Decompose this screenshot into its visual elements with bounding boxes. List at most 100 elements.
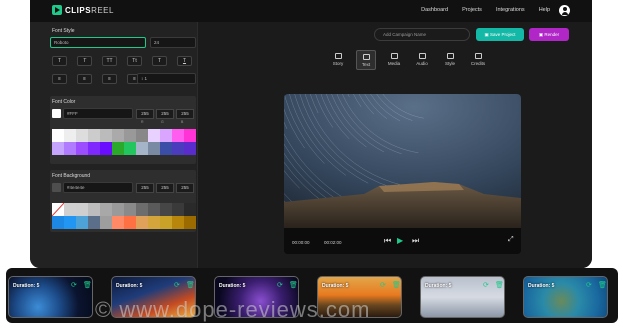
user-avatar-icon[interactable] [559, 5, 570, 16]
color-swatch[interactable] [88, 129, 100, 142]
trash-icon[interactable]: 🗑 [83, 281, 92, 289]
skip-back-icon[interactable]: ⏮ [384, 236, 391, 246]
font-background-g-input[interactable]: 255 [156, 183, 174, 193]
nav-integrations[interactable]: Integrations [496, 7, 525, 13]
trash-icon[interactable]: 🗑 [392, 281, 401, 289]
color-swatch[interactable] [136, 129, 148, 142]
color-swatch[interactable] [64, 142, 76, 155]
font-size-select[interactable]: 24 [150, 37, 196, 48]
color-swatch[interactable] [172, 216, 184, 229]
color-swatch[interactable] [148, 203, 160, 216]
skip-forward-icon[interactable]: ⏭ [412, 236, 419, 246]
save-project-button[interactable]: ▣ Save Project [476, 28, 524, 41]
color-swatch[interactable] [88, 203, 100, 216]
color-swatch[interactable] [88, 142, 100, 155]
tab-style[interactable]: Style [440, 50, 460, 70]
tab-media[interactable]: Media [384, 50, 404, 70]
text-style-button-5[interactable]: T [152, 56, 167, 66]
refresh-icon[interactable]: ⟳ [277, 281, 283, 289]
text-style-button-2[interactable]: T [77, 56, 92, 66]
render-button[interactable]: ▣ Render [529, 28, 569, 41]
font-background-b-input[interactable]: 255 [176, 183, 194, 193]
color-swatch[interactable] [172, 142, 184, 155]
color-swatch[interactable] [100, 129, 112, 142]
font-color-r-input[interactable]: 255 [136, 109, 154, 119]
color-swatch[interactable] [112, 142, 124, 155]
color-swatch[interactable] [112, 216, 124, 229]
color-swatch[interactable] [76, 203, 88, 216]
refresh-icon[interactable]: ⟳ [71, 281, 77, 289]
color-swatch[interactable] [148, 142, 160, 155]
color-swatch[interactable] [160, 203, 172, 216]
color-swatch[interactable] [76, 216, 88, 229]
color-swatch[interactable] [184, 129, 196, 142]
color-swatch[interactable] [52, 142, 64, 155]
color-swatch[interactable] [184, 203, 196, 216]
color-swatch[interactable] [160, 142, 172, 155]
color-swatch[interactable] [148, 216, 160, 229]
color-swatch[interactable] [64, 216, 76, 229]
clip-thumbnail-5[interactable]: Duration: 5 ⟳ 🗑 [420, 276, 505, 318]
color-swatch[interactable] [100, 203, 112, 216]
color-swatch[interactable] [172, 129, 184, 142]
video-preview[interactable]: 00:00:00 00:02:00 ⏮ ▶ ⏭ ⤢ [284, 94, 521, 254]
color-swatch[interactable] [100, 142, 112, 155]
align-center-icon[interactable]: ≡ [77, 74, 92, 84]
clip-thumbnail-1[interactable]: Duration: 5 ⟳ 🗑 [8, 276, 93, 318]
nav-help[interactable]: Help [539, 7, 550, 13]
text-style-button-1[interactable]: T [52, 56, 67, 66]
color-swatch[interactable] [184, 142, 196, 155]
trash-icon[interactable]: 🗑 [289, 281, 298, 289]
nav-projects[interactable]: Projects [462, 7, 482, 13]
align-right-icon[interactable]: ≡ [102, 74, 117, 84]
color-swatch[interactable] [52, 129, 64, 142]
color-swatch[interactable] [124, 203, 136, 216]
clip-thumbnail-6[interactable]: Duration: 5 ⟳ 🗑 [523, 276, 608, 318]
color-swatch[interactable] [172, 203, 184, 216]
font-color-g-input[interactable]: 255 [156, 109, 174, 119]
refresh-icon[interactable]: ⟳ [586, 281, 592, 289]
color-swatch[interactable] [160, 129, 172, 142]
campaign-name-input[interactable]: Add Campaign Name [374, 28, 470, 41]
tab-text[interactable]: Text [356, 50, 376, 70]
color-swatch[interactable] [64, 203, 76, 216]
tab-story[interactable]: Story [328, 50, 348, 70]
color-swatch[interactable] [112, 203, 124, 216]
color-swatch[interactable] [100, 216, 112, 229]
refresh-icon[interactable]: ⟳ [380, 281, 386, 289]
font-color-b-input[interactable]: 255 [176, 109, 194, 119]
color-swatch[interactable] [76, 129, 88, 142]
fullscreen-icon[interactable]: ⤢ [508, 236, 514, 244]
color-swatch[interactable] [184, 216, 196, 229]
tab-credits[interactable]: Credits [468, 50, 488, 70]
text-style-button-3[interactable]: TT [102, 56, 117, 66]
color-swatch[interactable] [124, 129, 136, 142]
text-style-button-4[interactable]: Tt [127, 56, 142, 66]
color-swatch[interactable] [124, 142, 136, 155]
trash-icon[interactable]: 🗑 [186, 281, 195, 289]
color-swatch[interactable] [52, 216, 64, 229]
line-height-input[interactable]: ↕ 1 [137, 73, 196, 84]
color-swatch[interactable] [136, 142, 148, 155]
color-swatch[interactable] [124, 216, 136, 229]
refresh-icon[interactable]: ⟳ [483, 281, 489, 289]
color-swatch[interactable] [148, 129, 160, 142]
play-icon[interactable]: ▶ [397, 236, 403, 245]
tab-audio[interactable]: Audio [412, 50, 432, 70]
color-swatch[interactable] [112, 129, 124, 142]
color-swatch[interactable] [76, 142, 88, 155]
trash-icon[interactable]: 🗑 [598, 281, 607, 289]
clipsreel-logo[interactable]: CLIPSREEL [52, 5, 114, 15]
font-color-hex-input[interactable]: #FFF [63, 108, 133, 119]
color-swatch[interactable] [136, 203, 148, 216]
align-left-icon[interactable]: ≡ [52, 74, 67, 84]
font-family-select[interactable]: Roboto [50, 37, 146, 48]
color-swatch[interactable] [136, 216, 148, 229]
text-style-button-6[interactable]: T [177, 56, 192, 66]
color-swatch[interactable] [64, 129, 76, 142]
font-background-r-input[interactable]: 255 [136, 183, 154, 193]
color-swatch[interactable] [160, 216, 172, 229]
refresh-icon[interactable]: ⟳ [174, 281, 180, 289]
trash-icon[interactable]: 🗑 [495, 281, 504, 289]
color-swatch[interactable] [88, 216, 100, 229]
